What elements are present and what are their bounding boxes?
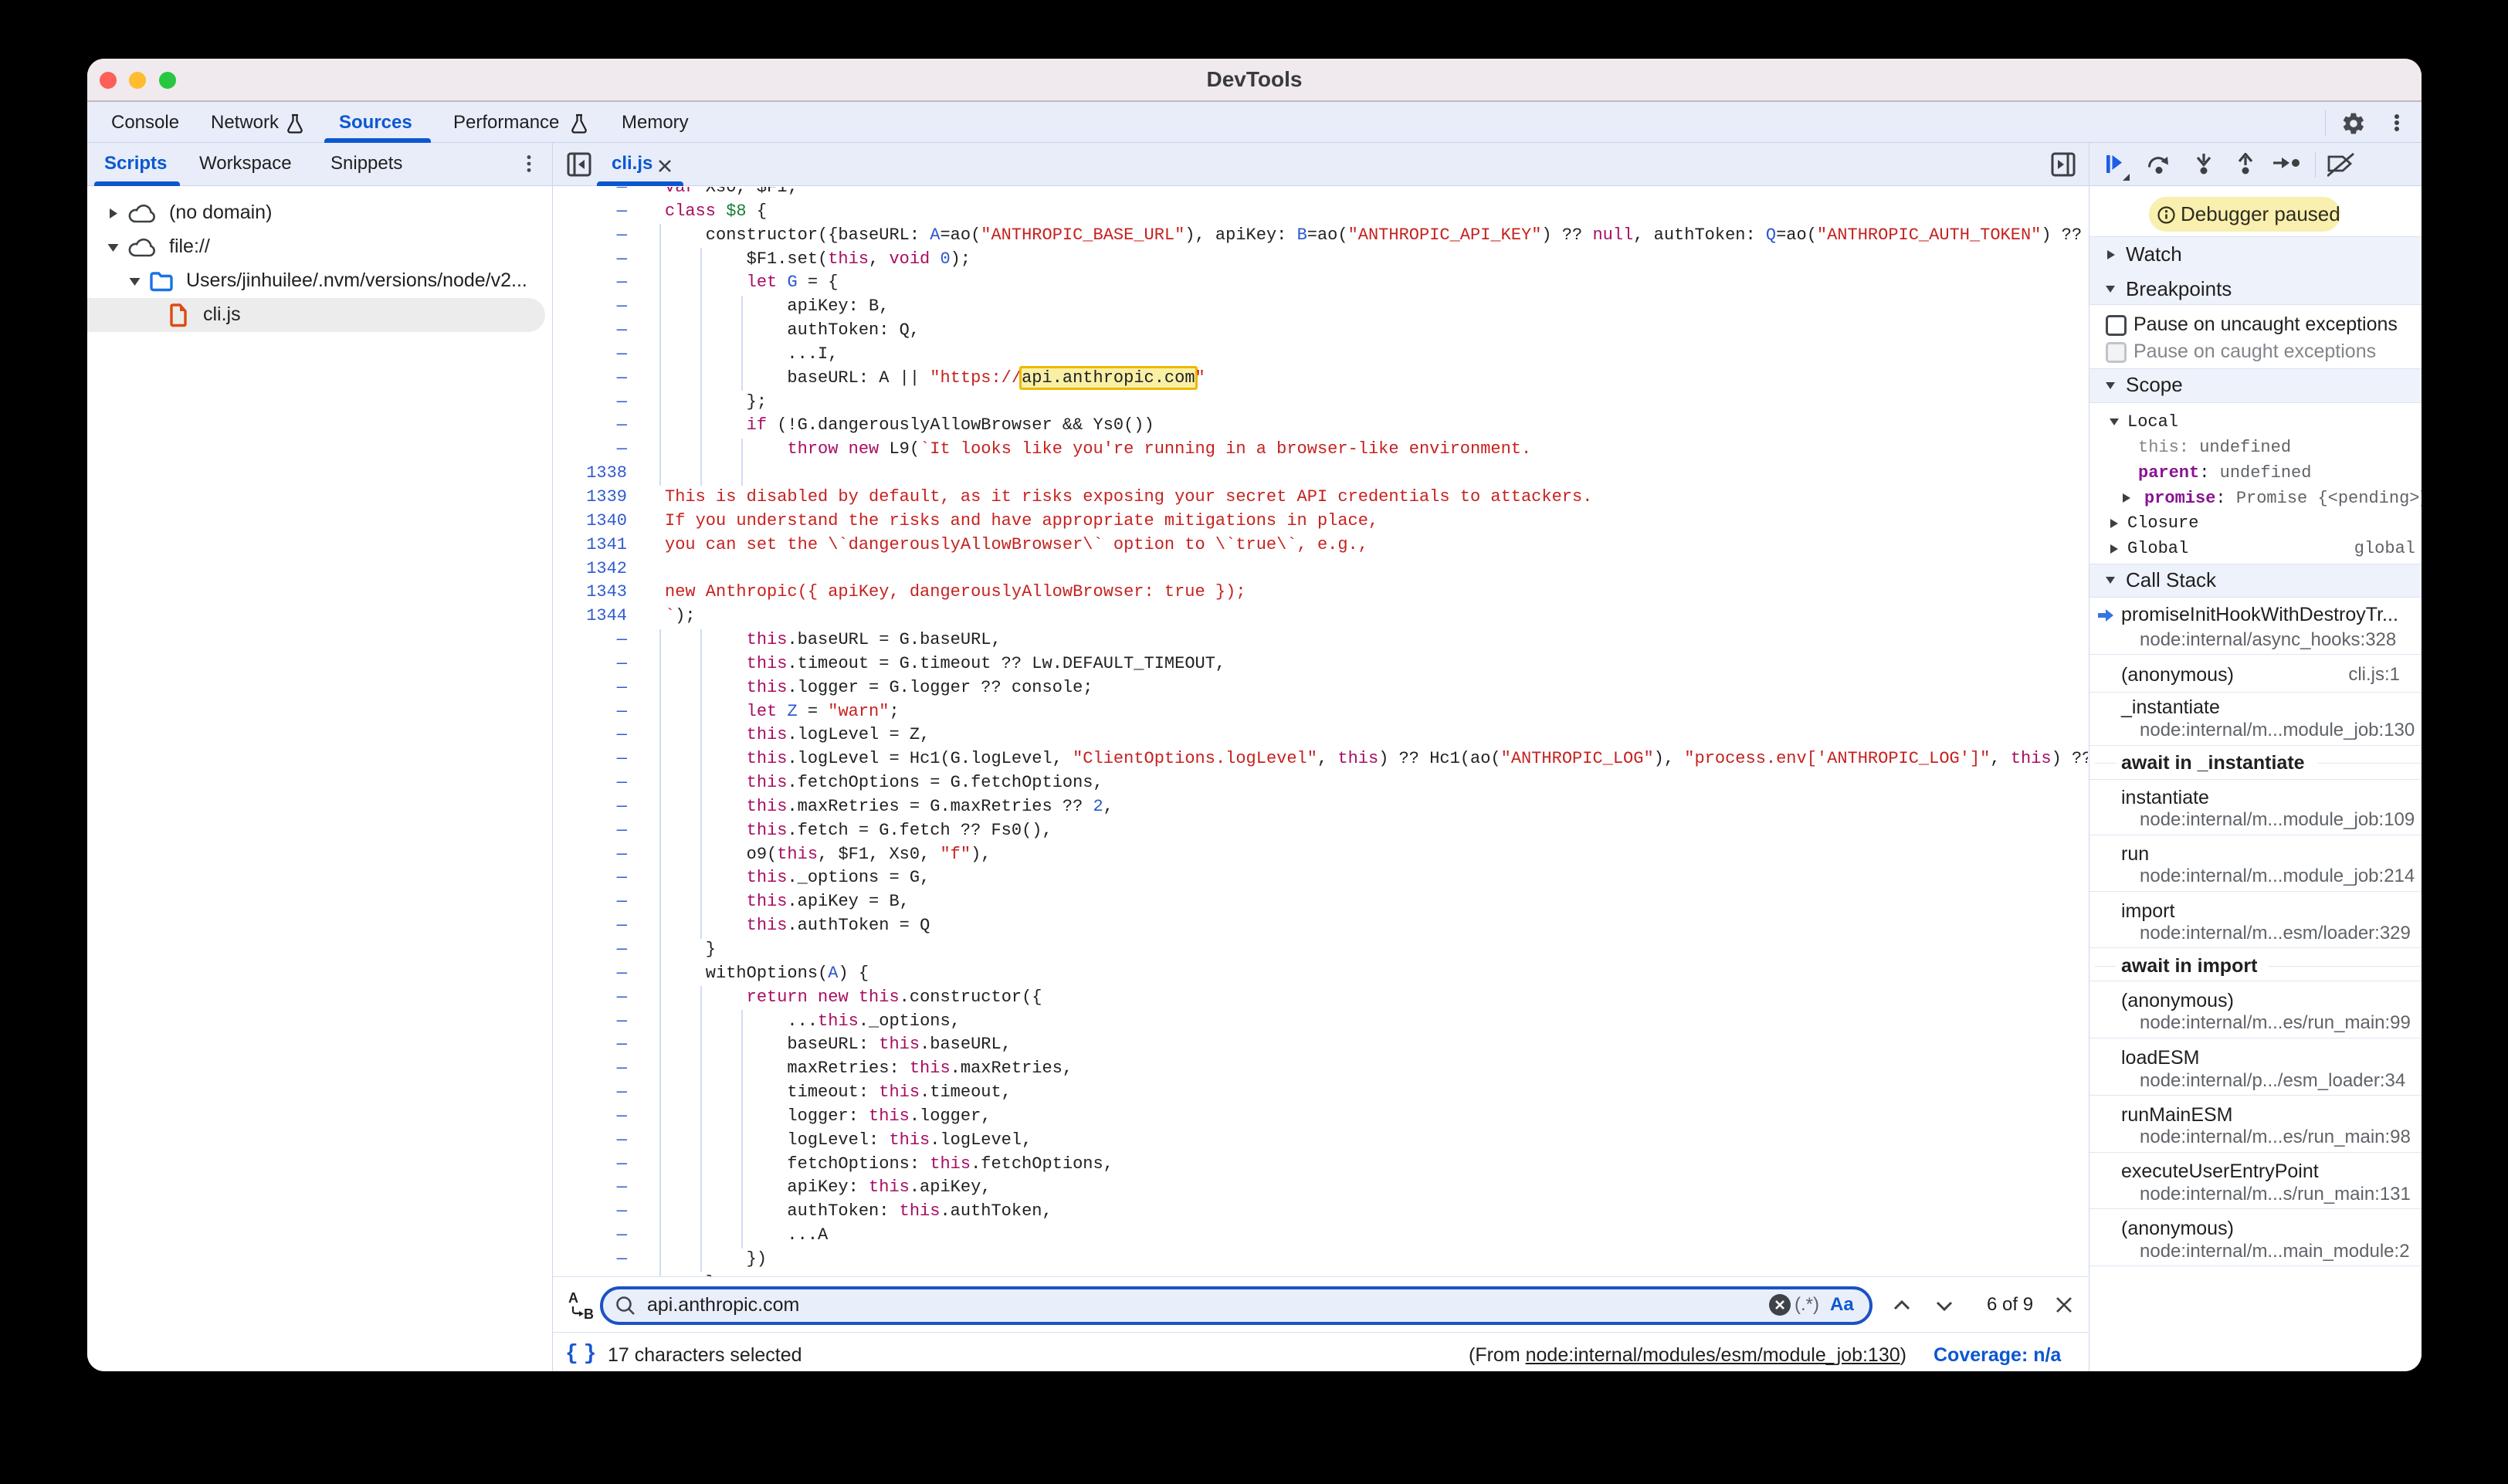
svg-text:A: A <box>568 1290 578 1306</box>
svg-text:B: B <box>584 1306 594 1321</box>
